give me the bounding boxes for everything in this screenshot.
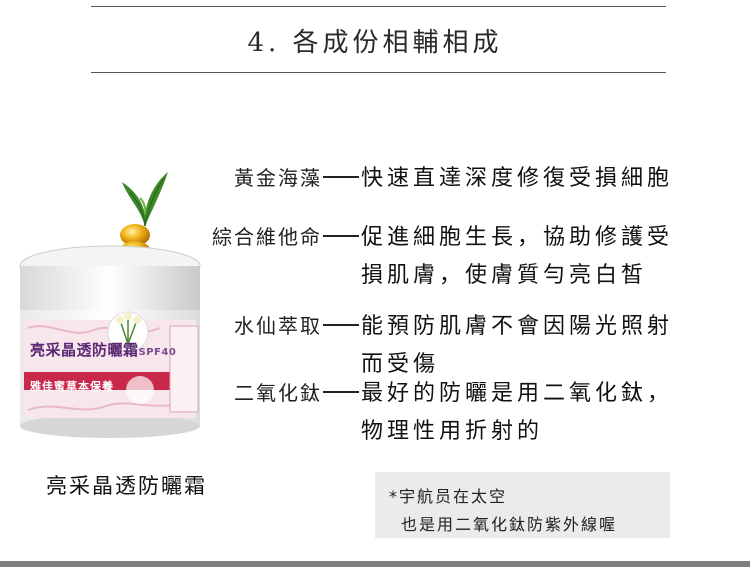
ingredient-name: 水仙萃取 <box>234 314 322 338</box>
ingredient-desc: 最好的防曬是用二氧化鈦， 物理性用折射的 <box>361 381 674 444</box>
jar-spf: SPF40 <box>138 347 177 358</box>
ingredient-dash <box>323 324 359 326</box>
ingredient-dash <box>323 176 359 178</box>
ingredient-desc: 促進細胞生長，協助修護受 損肌膚，使膚質勻亮白皙 <box>361 225 674 288</box>
ingredient-desc: 能預防肌膚不會因陽光照射 而受傷 <box>361 314 674 377</box>
product-name: 亮采晶透防曬霜 <box>46 474 207 498</box>
seaweed-leaf-icon <box>122 172 168 227</box>
ingredient-desc: 快速直達深度修復受損細胞 <box>361 166 674 191</box>
ingredient-name: 二氧化鈦 <box>234 381 322 405</box>
footer-bar <box>0 561 750 567</box>
jar-band-text: 雅佳蜜草本保養 <box>30 380 114 393</box>
ingredient-dash <box>323 235 359 237</box>
title-divider <box>91 72 666 73</box>
ingredient-name: 綜合維他命 <box>212 225 322 249</box>
top-divider <box>91 6 666 7</box>
note-line: *宇航员在太空 <box>389 487 508 506</box>
page-title: 4. 各成份相輔相成 <box>247 28 503 58</box>
note-box: *宇航员在太空 也是用二氧化鈦防紫外線喔 <box>375 472 670 538</box>
ingredient-name: 黃金海藻 <box>234 166 322 190</box>
ingredient-dash <box>323 391 359 393</box>
jar-label: 亮采晶透防曬霜SPF40 <box>30 341 177 359</box>
note-line: 也是用二氧化鈦防紫外線喔 <box>401 515 618 534</box>
